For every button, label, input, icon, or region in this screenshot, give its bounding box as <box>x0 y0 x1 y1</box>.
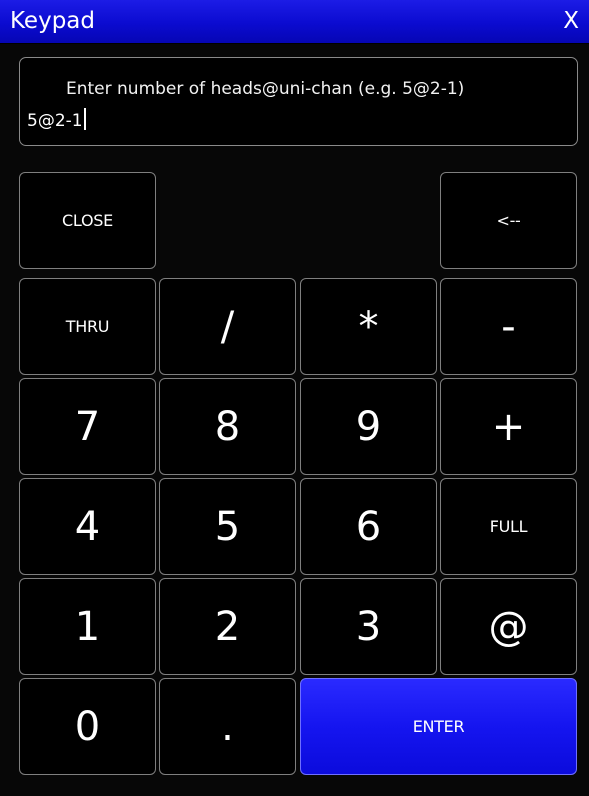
title-bar: Keypad X <box>0 0 589 44</box>
digit-8-key[interactable]: 8 <box>159 378 296 475</box>
slash-key[interactable]: / <box>159 278 296 375</box>
digit-3-key[interactable]: 3 <box>300 578 437 675</box>
at-key[interactable]: @ <box>440 578 577 675</box>
entry-field[interactable] <box>27 108 567 134</box>
text-caret <box>84 108 86 130</box>
minus-key[interactable]: - <box>440 278 577 375</box>
plus-key[interactable]: + <box>440 378 577 475</box>
entry-prompt: Enter number of heads@uni-chan (e.g. 5@2… <box>66 79 465 99</box>
digit-9-key[interactable]: 9 <box>300 378 437 475</box>
digit-2-key[interactable]: 2 <box>159 578 296 675</box>
digit-5-key[interactable]: 5 <box>159 478 296 575</box>
multiply-key[interactable]: * <box>300 278 437 375</box>
digit-7-key[interactable]: 7 <box>19 378 156 475</box>
digit-0-key[interactable]: 0 <box>19 678 156 775</box>
thru-key[interactable]: THRU <box>19 278 156 375</box>
digit-1-key[interactable]: 1 <box>19 578 156 675</box>
window-title: Keypad <box>10 8 95 34</box>
close-key[interactable]: CLOSE <box>19 172 156 269</box>
close-window-button[interactable]: X <box>563 6 579 36</box>
backspace-key[interactable]: <-- <box>440 172 577 269</box>
decimal-point-key[interactable]: . <box>159 678 296 775</box>
full-key[interactable]: FULL <box>440 478 577 575</box>
digit-6-key[interactable]: 6 <box>300 478 437 575</box>
entry-display: Enter number of heads@uni-chan (e.g. 5@2… <box>19 57 578 146</box>
enter-key[interactable]: ENTER <box>300 678 577 775</box>
digit-4-key[interactable]: 4 <box>19 478 156 575</box>
keypad-window: Keypad X Enter number of heads@uni-chan … <box>0 0 589 796</box>
